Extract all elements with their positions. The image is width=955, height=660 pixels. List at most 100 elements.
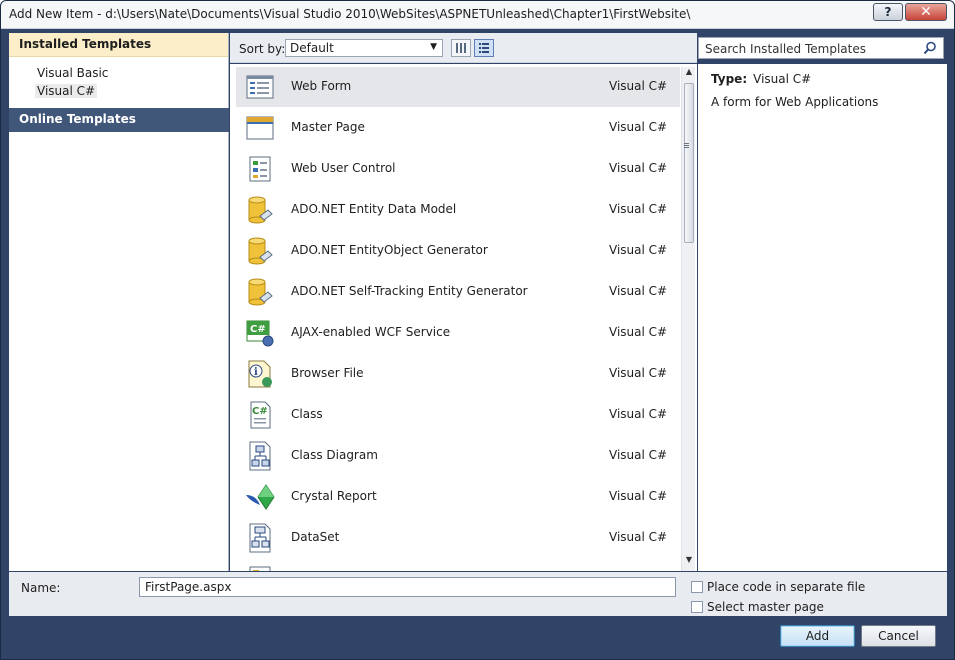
template-name: Class bbox=[291, 407, 323, 421]
chevron-down-icon: ▼ bbox=[430, 42, 437, 52]
name-input[interactable]: FirstPage.aspx bbox=[139, 577, 676, 597]
type-line: Type: Visual C# bbox=[711, 72, 811, 86]
template-categories-panel: Installed Templates Visual Basic Visual … bbox=[9, 33, 229, 571]
template-language: Visual C# bbox=[609, 202, 668, 216]
type-label: Type: bbox=[711, 72, 748, 86]
svg-text:C#: C# bbox=[252, 406, 268, 417]
web-form-icon bbox=[246, 75, 274, 99]
template-language: Visual C# bbox=[609, 366, 668, 380]
class-diagram-icon bbox=[249, 441, 271, 471]
add-button-label: Add bbox=[805, 629, 830, 643]
class-icon: C# bbox=[250, 401, 271, 429]
template-row-ado-entityobject-generator[interactable]: ADO.NET EntityObject Generator Visual C# bbox=[236, 231, 680, 271]
template-language: Visual C# bbox=[609, 161, 668, 175]
template-language: Visual C# bbox=[609, 489, 668, 503]
user-control-icon bbox=[249, 156, 271, 182]
separate-file-checkbox[interactable] bbox=[691, 581, 703, 593]
template-name: Browser File bbox=[291, 366, 364, 380]
template-name: ADO.NET Self-Tracking Entity Generator bbox=[291, 284, 528, 298]
close-button[interactable]: ✕ bbox=[905, 3, 947, 21]
category-visual-csharp[interactable]: Visual C# bbox=[35, 84, 98, 98]
template-name: DataSet bbox=[291, 530, 340, 544]
master-page-icon bbox=[246, 116, 274, 140]
scroll-down-icon[interactable]: ▼ bbox=[682, 555, 696, 569]
template-row-partial[interactable] bbox=[236, 559, 680, 571]
name-bar: Name: FirstPage.aspx Place code in separ… bbox=[9, 572, 947, 616]
template-name: Crystal Report bbox=[291, 489, 377, 503]
template-row-master-page[interactable]: Master Page Visual C# bbox=[236, 108, 680, 148]
dataset-icon bbox=[249, 523, 271, 553]
master-page-label[interactable]: Select master page bbox=[707, 600, 824, 614]
template-language: Visual C# bbox=[609, 530, 668, 544]
template-row-web-user-control[interactable]: Web User Control Visual C# bbox=[236, 149, 680, 189]
add-new-item-dialog: Add New Item - d:\Users\Nate\Documents\V… bbox=[0, 0, 955, 660]
installed-templates-header[interactable]: Installed Templates bbox=[9, 33, 228, 57]
template-row-class[interactable]: C# Class Visual C# bbox=[236, 395, 680, 435]
cancel-button[interactable]: Cancel bbox=[861, 625, 936, 647]
template-name: Master Page bbox=[291, 120, 365, 134]
add-button[interactable]: Add bbox=[780, 625, 855, 647]
template-icon bbox=[249, 566, 271, 571]
title-bar: Add New Item - d:\Users\Nate\Documents\V… bbox=[1, 1, 954, 29]
details-view-button[interactable] bbox=[474, 39, 494, 57]
template-language: Visual C# bbox=[609, 120, 668, 134]
database-icon bbox=[248, 278, 273, 306]
template-name: Class Diagram bbox=[291, 448, 378, 462]
template-row-ajax-wcf-service[interactable]: C# AJAX-enabled WCF Service Visual C# bbox=[236, 313, 680, 353]
template-language: Visual C# bbox=[609, 325, 668, 339]
scroll-up-icon[interactable]: ▲ bbox=[682, 67, 696, 81]
search-placeholder: Search Installed Templates bbox=[705, 42, 866, 56]
window-title: Add New Item - d:\Users\Nate\Documents\V… bbox=[9, 7, 691, 21]
template-details-panel: Type: Visual C# A form for Web Applicatio… bbox=[698, 64, 947, 571]
template-language: Visual C# bbox=[609, 284, 668, 298]
template-list: Web Form Visual C# Master Page Visual C#… bbox=[230, 64, 697, 571]
template-row-web-form[interactable]: Web Form Visual C# bbox=[236, 67, 680, 107]
template-name: ADO.NET EntityObject Generator bbox=[291, 243, 488, 257]
scroll-grip-icon bbox=[684, 143, 689, 144]
template-row-dataset[interactable]: DataSet Visual C# bbox=[236, 518, 680, 558]
browser-file-icon: i bbox=[248, 360, 272, 388]
dialog-footer: Add Cancel bbox=[1, 616, 954, 659]
template-name: Web User Control bbox=[291, 161, 396, 175]
help-icon: ? bbox=[884, 5, 892, 19]
help-button[interactable]: ? bbox=[873, 3, 903, 21]
medium-icons-view-icon bbox=[456, 43, 466, 53]
template-row-crystal-report[interactable]: Crystal Report Visual C# bbox=[236, 477, 680, 517]
template-language: Visual C# bbox=[609, 243, 668, 257]
search-installed-templates-input[interactable]: Search Installed Templates bbox=[698, 37, 944, 59]
crystal-report-icon bbox=[246, 484, 275, 510]
svg-text:i: i bbox=[254, 367, 258, 378]
template-row-browser-file[interactable]: i Browser File Visual C# bbox=[236, 354, 680, 394]
type-value: Visual C# bbox=[753, 72, 812, 86]
database-icon bbox=[248, 237, 273, 265]
database-icon bbox=[248, 196, 273, 224]
template-language: Visual C# bbox=[609, 407, 668, 421]
sort-by-dropdown[interactable]: Default ▼ bbox=[285, 39, 443, 57]
template-language: Visual C# bbox=[609, 448, 668, 462]
sort-toolbar: Sort by: Default ▼ bbox=[230, 33, 697, 63]
svg-text:C#: C# bbox=[250, 324, 266, 335]
details-view-icon bbox=[479, 43, 489, 53]
template-name: Web Form bbox=[291, 79, 352, 93]
separate-file-label[interactable]: Place code in separate file bbox=[707, 580, 865, 594]
template-row-class-diagram[interactable]: Class Diagram Visual C# bbox=[236, 436, 680, 476]
cancel-button-label: Cancel bbox=[878, 629, 919, 643]
template-language: Visual C# bbox=[609, 79, 668, 93]
category-visual-basic[interactable]: Visual Basic bbox=[37, 66, 108, 80]
template-row-ado-entity-data-model[interactable]: ADO.NET Entity Data Model Visual C# bbox=[236, 190, 680, 230]
master-page-checkbox[interactable] bbox=[691, 601, 703, 613]
template-row-ado-self-tracking-generator[interactable]: ADO.NET Self-Tracking Entity Generator V… bbox=[236, 272, 680, 312]
scroll-thumb[interactable] bbox=[684, 83, 694, 243]
name-label: Name: bbox=[21, 581, 61, 595]
template-name: AJAX-enabled WCF Service bbox=[291, 325, 451, 339]
wcf-service-icon: C# bbox=[246, 320, 274, 347]
template-list-scrollbar[interactable]: ▲ ▼ bbox=[681, 67, 695, 571]
sort-by-value: Default bbox=[290, 41, 334, 55]
template-description: A form for Web Applications bbox=[711, 95, 879, 109]
template-name: ADO.NET Entity Data Model bbox=[291, 202, 457, 216]
search-icon[interactable] bbox=[923, 41, 937, 55]
close-icon: ✕ bbox=[920, 4, 932, 20]
online-templates-header[interactable]: Online Templates bbox=[9, 108, 229, 132]
medium-icons-view-button[interactable] bbox=[451, 39, 471, 57]
sort-by-label: Sort by: bbox=[239, 42, 286, 56]
